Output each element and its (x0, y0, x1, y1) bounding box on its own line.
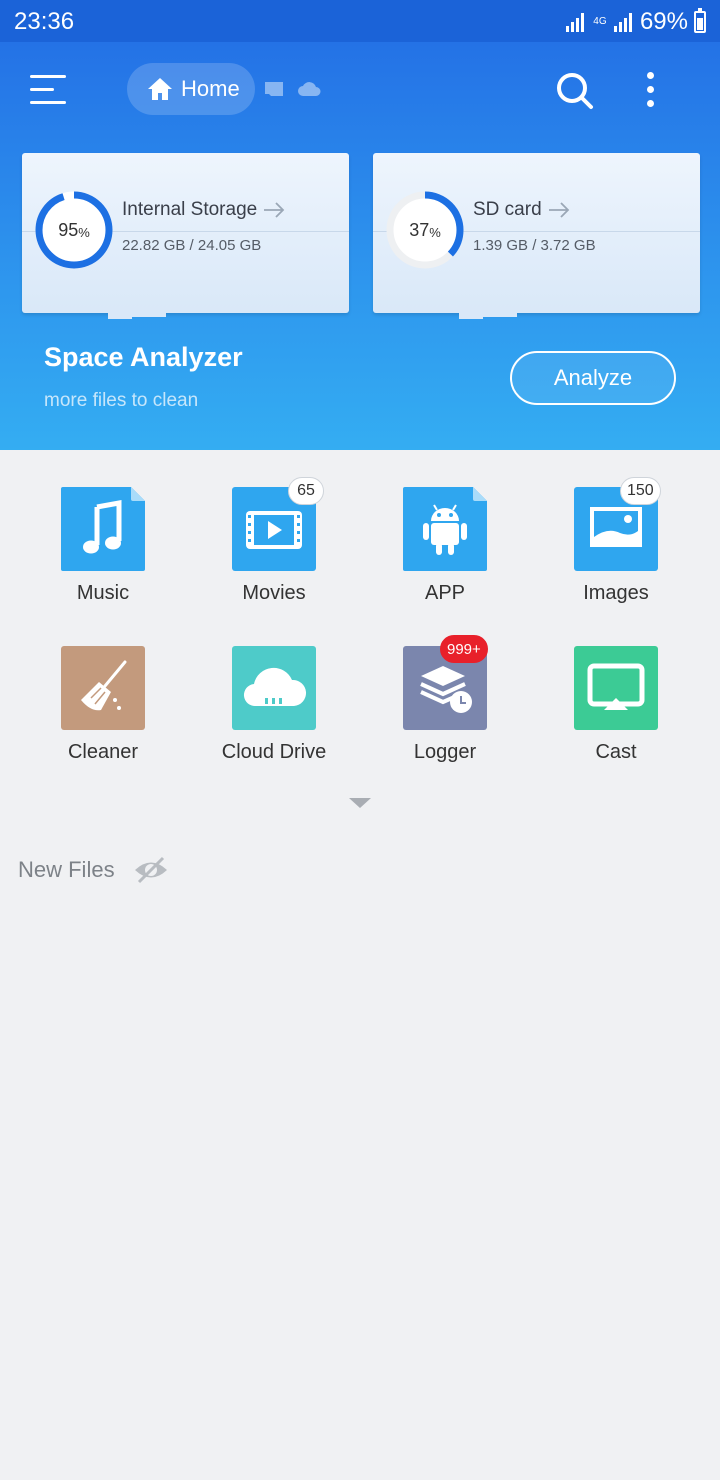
category-label: Cloud Drive (221, 741, 327, 763)
count-badge: 999+ (440, 635, 488, 663)
category-music[interactable]: Music (23, 487, 183, 617)
storage-percent: 95 (58, 219, 79, 240)
status-indicators: 4G 69% (565, 8, 706, 36)
category-label: Music (76, 582, 130, 604)
eye-off-icon[interactable] (133, 855, 169, 885)
cloud-icon (232, 646, 316, 730)
category-cleaner[interactable]: Cleaner (23, 646, 183, 776)
category-app[interactable]: APP (365, 487, 525, 617)
count-badge: 65 (288, 477, 324, 505)
arrow-right-icon (264, 202, 285, 218)
storage-usage-ring: 37% (385, 190, 465, 270)
signal-icon-2 (613, 12, 634, 32)
header: Home 95% Internal Storage 22.82 GB / 24.… (0, 42, 720, 450)
category-cloud-drive[interactable]: Cloud Drive (194, 646, 354, 776)
category-logger[interactable]: 999+ Logger (365, 635, 525, 776)
battery-icon (694, 8, 706, 33)
category-cast[interactable]: Cast (536, 646, 696, 776)
category-label: Movies (242, 582, 306, 604)
new-files-section: New Files (18, 855, 169, 885)
signal-icon (565, 12, 586, 32)
more-vert-icon[interactable] (641, 70, 661, 110)
breadcrumb-home[interactable]: Home (127, 63, 255, 115)
cast-icon (574, 646, 658, 730)
storage-card-internal[interactable]: 95% Internal Storage 22.82 GB / 24.05 GB (22, 153, 349, 319)
space-analyzer-title: Space Analyzer (44, 342, 243, 372)
storage-name: SD card (473, 199, 542, 220)
android-icon (403, 487, 487, 571)
category-label: Images (583, 582, 649, 604)
category-movies[interactable]: 65 Movies (194, 477, 354, 617)
network-type: 4G (593, 16, 607, 27)
battery-percent: 69% (639, 8, 688, 35)
menu-icon[interactable] (30, 75, 66, 105)
cloud-icon[interactable] (297, 80, 321, 98)
music-icon (61, 487, 145, 571)
breadcrumb-home-label: Home (181, 76, 240, 101)
count-badge: 150 (620, 477, 661, 505)
status-time: 23:36 (14, 8, 75, 35)
category-label: APP (424, 582, 466, 604)
storage-percent: 37 (409, 219, 430, 240)
status-bar: 23:36 4G 69% (0, 0, 720, 42)
sdcard-icon[interactable] (263, 80, 285, 98)
category-label: Logger (413, 741, 477, 763)
storage-name: Internal Storage (122, 199, 258, 220)
category-images[interactable]: 150 Images (536, 477, 696, 617)
new-files-label: New Files (18, 857, 115, 882)
storage-usage-ring: 95% (34, 190, 114, 270)
search-icon[interactable] (555, 71, 595, 111)
storage-card-sd[interactable]: 37% SD card 1.39 GB / 3.72 GB (373, 153, 700, 319)
breadcrumb-extra (263, 80, 321, 98)
space-analyzer-subtitle: more files to clean (44, 390, 199, 411)
broom-icon (61, 646, 145, 730)
arrow-right-icon (548, 202, 569, 218)
storage-size: 1.39 GB / 3.72 GB (473, 237, 596, 254)
storage-size: 22.82 GB / 24.05 GB (122, 237, 262, 254)
home-icon (148, 78, 172, 100)
analyze-button[interactable]: Analyze (510, 351, 676, 405)
category-label: Cast (595, 741, 637, 763)
expand-categories-icon[interactable] (349, 798, 371, 808)
category-label: Cleaner (67, 741, 139, 763)
